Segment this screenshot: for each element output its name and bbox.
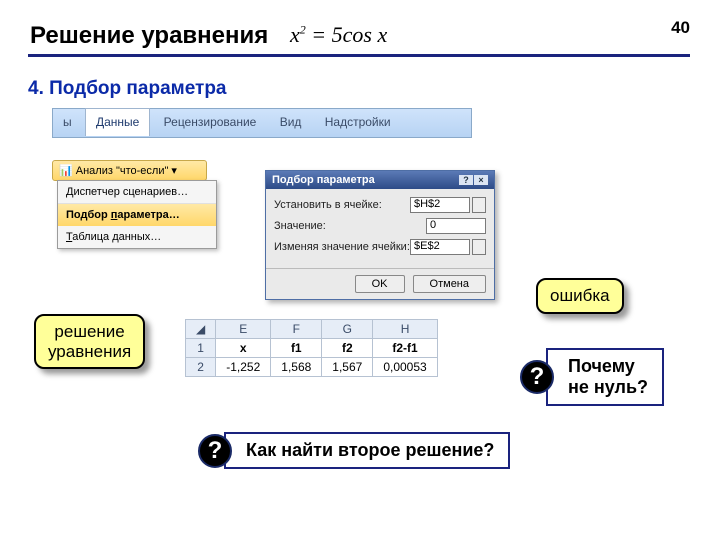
cancel-button[interactable]: Отмена	[413, 275, 486, 293]
col-G: G	[322, 320, 373, 339]
page-number: 40	[671, 18, 690, 38]
cell: f2	[322, 339, 373, 358]
cell: -1,252	[216, 358, 271, 377]
row-1: 1	[186, 339, 216, 358]
question-second-solution: Как найти второе решение?	[224, 432, 510, 469]
equation: x2 = 5cos x	[290, 22, 387, 48]
whatif-menu: Диспетчер сценариев… Подбор параметра… Т…	[57, 180, 217, 249]
tab-addins[interactable]: Надстройки	[315, 109, 401, 136]
cell: 0,00053	[373, 358, 437, 377]
picker-icon[interactable]	[472, 197, 486, 213]
cell: f1	[271, 339, 322, 358]
ribbon: ы Данные Рецензирование Вид Надстройки	[52, 108, 472, 138]
callout-error: ошибка	[536, 278, 624, 314]
dialog-title: Подбор параметра	[272, 174, 375, 186]
slide-title: Решение уравнения	[30, 22, 268, 50]
cell: f2-f1	[373, 339, 437, 358]
picker-icon[interactable]	[472, 239, 486, 255]
label-set-cell: Установить в ячейке:	[274, 199, 410, 211]
input-value[interactable]: 0	[426, 218, 486, 234]
ok-button[interactable]: OK	[355, 275, 405, 293]
section-subtitle: 4. Подбор параметра	[28, 78, 227, 100]
close-icon[interactable]: ×	[474, 175, 488, 185]
title-divider	[28, 54, 690, 57]
result-sheet: ◢ E F G H 1 x f1 f2 f2-f1 2 -1,252 1,568…	[185, 319, 438, 377]
tab-view[interactable]: Вид	[270, 109, 312, 136]
input-change-cell[interactable]: $E$2	[410, 239, 470, 255]
row-2: 2	[186, 358, 216, 377]
tab-review[interactable]: Рецензирование	[154, 109, 267, 136]
corner-cell: ◢	[186, 320, 216, 339]
help-icon[interactable]: ?	[459, 175, 473, 185]
tab-trunc[interactable]: ы	[53, 109, 82, 136]
question-why-not-zero: Почемуне нуль?	[546, 348, 664, 406]
input-set-cell[interactable]: $H$2	[410, 197, 470, 213]
goal-seek-dialog: Подбор параметра ?× Установить в ячейке:…	[265, 170, 495, 300]
col-H: H	[373, 320, 437, 339]
col-F: F	[271, 320, 322, 339]
cell: 1,568	[271, 358, 322, 377]
menu-scenarios[interactable]: Диспетчер сценариев…	[58, 181, 216, 204]
question-icon: ?	[198, 434, 232, 468]
cell: x	[216, 339, 271, 358]
callout-solution: решениеуравнения	[34, 314, 145, 369]
whatif-button[interactable]: 📊 Анализ "что-если" ▾	[52, 160, 207, 181]
label-change-cell: Изменяя значение ячейки:	[274, 241, 410, 253]
col-E: E	[216, 320, 271, 339]
tab-data[interactable]: Данные	[85, 108, 150, 136]
menu-data-table[interactable]: Таблица данных…	[58, 226, 216, 248]
question-icon: ?	[520, 360, 554, 394]
cell: 1,567	[322, 358, 373, 377]
menu-goal-seek[interactable]: Подбор параметра…	[58, 204, 216, 226]
label-value: Значение:	[274, 220, 426, 232]
